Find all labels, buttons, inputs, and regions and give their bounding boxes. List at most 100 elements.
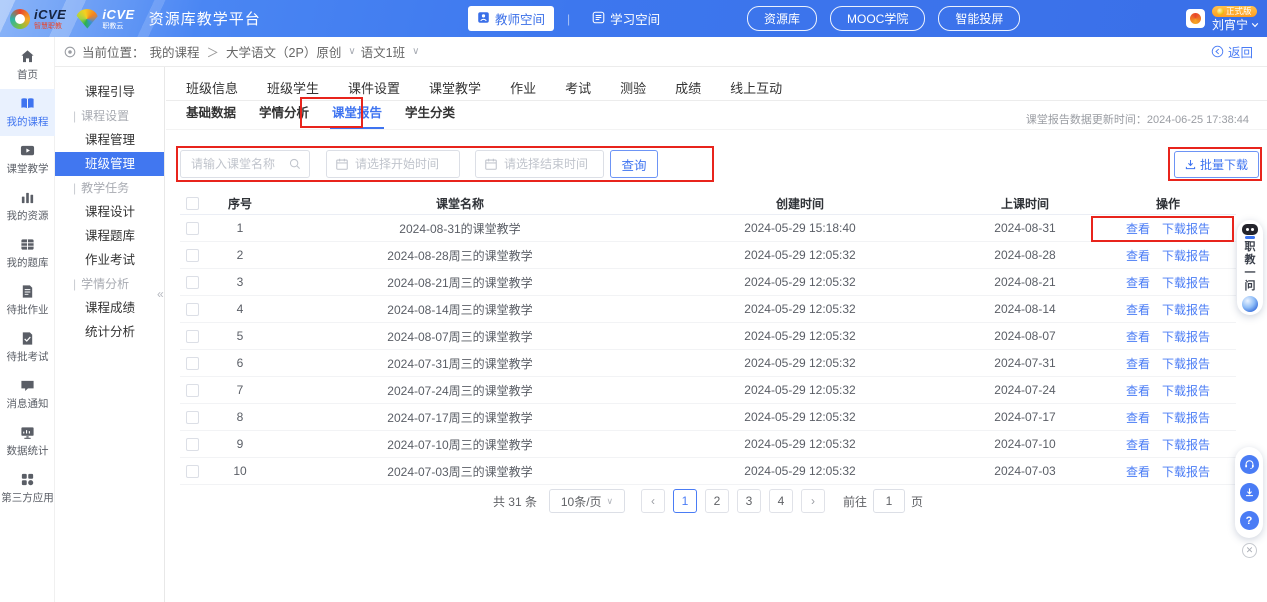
sidebar-item-pending-homework[interactable]: 待批作业 bbox=[0, 277, 55, 324]
breadcrumb-root[interactable]: 我的课程 bbox=[150, 42, 200, 61]
nav-teacher-space[interactable]: 教师空间 bbox=[468, 6, 554, 31]
user-area[interactable]: 正式版 刘宵宁 bbox=[1186, 0, 1259, 37]
sidebar-item-my-question-bank[interactable]: 我的题库 bbox=[0, 230, 55, 277]
view-link[interactable]: 查看 bbox=[1126, 409, 1150, 426]
view-link[interactable]: 查看 bbox=[1126, 247, 1150, 264]
tab-grades[interactable]: 成绩 bbox=[675, 78, 701, 97]
subtab-basic-data[interactable]: 基础数据 bbox=[184, 102, 238, 129]
download-report-link[interactable]: 下载报告 bbox=[1162, 355, 1210, 372]
view-link[interactable]: 查看 bbox=[1126, 382, 1150, 399]
user-name[interactable]: 刘宵宁 bbox=[1212, 19, 1259, 31]
menu-item-statistical-analysis[interactable]: 统计分析 bbox=[55, 320, 164, 344]
row-checkbox[interactable] bbox=[186, 330, 199, 343]
breadcrumb-course[interactable]: 大学语文（2P）原创 bbox=[226, 42, 341, 61]
row-checkbox[interactable] bbox=[186, 249, 199, 262]
view-link[interactable]: 查看 bbox=[1126, 328, 1150, 345]
row-index: 2 bbox=[210, 248, 270, 262]
chevron-down-icon[interactable]: ∨ bbox=[348, 46, 355, 57]
download-report-link[interactable]: 下载报告 bbox=[1162, 409, 1210, 426]
subtab-classroom-report[interactable]: 课堂报告 bbox=[330, 102, 384, 129]
row-checkbox[interactable] bbox=[186, 276, 199, 289]
menu-item-homework-exam[interactable]: 作业考试 bbox=[55, 248, 164, 272]
sidebar-item-my-courses[interactable]: 我的课程 bbox=[0, 89, 55, 136]
page-button-3[interactable]: 3 bbox=[737, 489, 761, 513]
back-button[interactable]: 返回 bbox=[1211, 42, 1253, 61]
quick-link-resource-library[interactable]: 资源库 bbox=[747, 6, 817, 31]
view-link[interactable]: 查看 bbox=[1126, 463, 1150, 480]
row-checkbox[interactable] bbox=[186, 384, 199, 397]
class-time: 2024-08-07 bbox=[950, 329, 1100, 343]
quick-link-smart-casting[interactable]: 智能投屏 bbox=[938, 6, 1020, 31]
sidebar-item-pending-exams[interactable]: 待批考试 bbox=[0, 324, 55, 371]
tab-homework[interactable]: 作业 bbox=[510, 78, 536, 97]
subtab-learning-analysis[interactable]: 学情分析 bbox=[257, 102, 311, 129]
classroom-name: 2024-07-10周三的课堂教学 bbox=[270, 436, 650, 453]
menu-item-course-grades[interactable]: 课程成绩 bbox=[55, 296, 164, 320]
chevron-down-icon[interactable]: ∨ bbox=[412, 46, 419, 57]
row-checkbox[interactable] bbox=[186, 303, 199, 316]
nav-learning-space[interactable]: 学习空间 bbox=[583, 6, 669, 31]
page-button-4[interactable]: 4 bbox=[769, 489, 793, 513]
page-button-2[interactable]: 2 bbox=[705, 489, 729, 513]
ai-assistant-widget[interactable]: 职教一问 bbox=[1237, 220, 1263, 315]
tab-courseware-settings[interactable]: 课件设置 bbox=[348, 78, 400, 97]
download-report-link[interactable]: 下载报告 bbox=[1162, 247, 1210, 264]
download-report-link[interactable]: 下载报告 bbox=[1162, 301, 1210, 318]
menu-item-course-guide[interactable]: 课程引导 bbox=[55, 80, 164, 104]
help-icon[interactable]: ? bbox=[1240, 511, 1259, 530]
sidebar-item-notifications[interactable]: 消息通知 bbox=[0, 371, 55, 418]
sidebar-item-home[interactable]: 首页 bbox=[0, 42, 55, 89]
close-helper-button[interactable]: ✕ bbox=[1242, 543, 1257, 558]
sidebar-item-third-party-apps[interactable]: 第三方应用 bbox=[0, 465, 55, 512]
row-checkbox[interactable] bbox=[186, 222, 199, 235]
download-report-link[interactable]: 下载报告 bbox=[1162, 436, 1210, 453]
sidebar-item-classroom-teaching[interactable]: 课堂教学 bbox=[0, 136, 55, 183]
book-icon bbox=[20, 95, 36, 111]
subtab-student-classification[interactable]: 学生分类 bbox=[403, 102, 457, 129]
batch-download-button[interactable]: 批量下载 bbox=[1174, 151, 1259, 178]
customer-service-icon[interactable] bbox=[1240, 455, 1259, 474]
tab-online-interaction[interactable]: 线上互动 bbox=[730, 78, 782, 97]
menu-item-course-management[interactable]: 课程管理 bbox=[55, 128, 164, 152]
download-report-link[interactable]: 下载报告 bbox=[1162, 274, 1210, 291]
download-report-link[interactable]: 下载报告 bbox=[1162, 328, 1210, 345]
menu-item-course-question-bank[interactable]: 课程题库 bbox=[55, 224, 164, 248]
sidebar-item-my-resources[interactable]: 我的资源 bbox=[0, 183, 55, 230]
view-link[interactable]: 查看 bbox=[1126, 436, 1150, 453]
table-row: 42024-08-14周三的课堂教学2024-05-29 12:05:32202… bbox=[180, 296, 1236, 323]
download-report-link[interactable]: 下载报告 bbox=[1162, 382, 1210, 399]
menu-item-course-design[interactable]: 课程设计 bbox=[55, 200, 164, 224]
view-link[interactable]: 查看 bbox=[1126, 220, 1150, 237]
download-icon[interactable] bbox=[1240, 483, 1259, 502]
page-size-select[interactable]: 10条/页 ∨ bbox=[549, 489, 625, 513]
prev-page-button[interactable]: ‹ bbox=[641, 489, 665, 513]
next-page-button[interactable]: › bbox=[801, 489, 825, 513]
row-checkbox[interactable] bbox=[186, 411, 199, 424]
row-checkbox[interactable] bbox=[186, 438, 199, 451]
tab-class-info[interactable]: 班级信息 bbox=[186, 78, 238, 97]
view-link[interactable]: 查看 bbox=[1126, 301, 1150, 318]
helper-toolbar: ? bbox=[1235, 447, 1263, 538]
sidebar-item-data-statistics[interactable]: 数据统计 bbox=[0, 418, 55, 465]
download-report-link[interactable]: 下载报告 bbox=[1162, 220, 1210, 237]
menu-item-class-management[interactable]: 班级管理 bbox=[55, 152, 164, 176]
goto-page-input[interactable] bbox=[873, 489, 905, 513]
select-all-checkbox[interactable] bbox=[186, 197, 199, 210]
classroom-name: 2024-08-21周三的课堂教学 bbox=[270, 274, 650, 291]
download-report-link[interactable]: 下载报告 bbox=[1162, 463, 1210, 480]
view-link[interactable]: 查看 bbox=[1126, 355, 1150, 372]
query-button[interactable]: 查询 bbox=[610, 150, 658, 178]
tab-classroom-teaching[interactable]: 课堂教学 bbox=[429, 78, 481, 97]
breadcrumb-class[interactable]: 语文1班 bbox=[361, 42, 405, 61]
sidebar-collapse-handle[interactable]: « bbox=[157, 287, 164, 301]
tab-class-students[interactable]: 班级学生 bbox=[267, 78, 319, 97]
row-index: 8 bbox=[210, 410, 270, 424]
tab-exam[interactable]: 考试 bbox=[565, 78, 591, 97]
view-link[interactable]: 查看 bbox=[1126, 274, 1150, 291]
row-checkbox[interactable] bbox=[186, 357, 199, 370]
homework-icon bbox=[20, 283, 36, 299]
tab-quiz[interactable]: 测验 bbox=[620, 78, 646, 97]
page-button-1[interactable]: 1 bbox=[673, 489, 697, 513]
quick-link-mooc-college[interactable]: MOOC学院 bbox=[830, 6, 925, 31]
row-checkbox[interactable] bbox=[186, 465, 199, 478]
